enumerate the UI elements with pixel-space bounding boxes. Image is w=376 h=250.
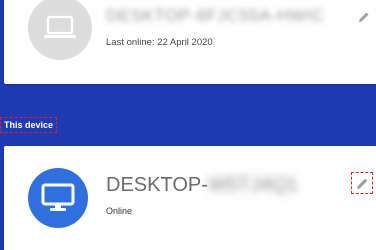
monitor-avatar: [28, 168, 88, 228]
this-device-label: This device: [0, 117, 58, 133]
device-name: DESKTOP-8FJC55A-HWIC: [106, 6, 325, 25]
device-name: DESKTOP-W5TJ4Q1: [106, 174, 298, 197]
laptop-icon: [44, 15, 76, 38]
pencil-icon: [356, 178, 367, 189]
edit-device-button[interactable]: [355, 8, 373, 26]
last-online-text: Last online: 22 April 2020: [106, 37, 213, 48]
pencil-icon: [359, 12, 369, 22]
this-device-card[interactable]: DESKTOP-W5TJ4Q1 Online: [4, 146, 376, 250]
laptop-avatar: [28, 0, 92, 60]
previous-device-card[interactable]: DESKTOP-8FJC55A-HWIC Last online: 22 Apr…: [4, 0, 376, 84]
device-name-prefix: DESKTOP-: [106, 174, 208, 196]
edit-device-button[interactable]: [351, 172, 373, 194]
device-name-redacted: W5TJ4Q1: [207, 174, 298, 196]
online-status: Online: [106, 206, 133, 216]
monitor-icon: [41, 183, 75, 211]
